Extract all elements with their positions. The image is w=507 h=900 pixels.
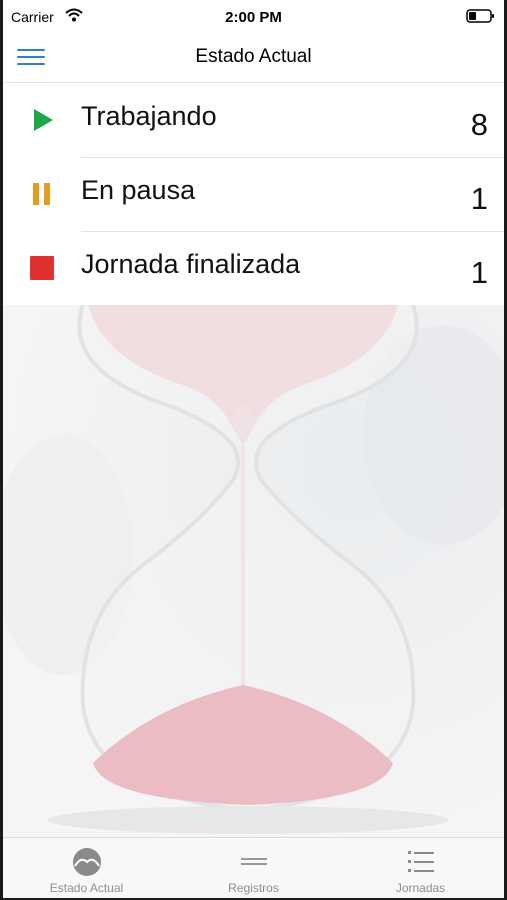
stop-icon [29,255,55,281]
clock-label: 2:00 PM [225,9,282,26]
app-screen: Carrier 2:00 PM Estado Actual Trabajando… [3,0,504,898]
status-bar: Carrier 2:00 PM [3,0,504,34]
pause-icon [29,181,55,207]
tab-label: Jornadas [395,881,446,895]
tab-registros[interactable]: Registros [170,838,337,898]
status-label: En pausa [81,175,196,205]
tab-jornadas[interactable]: Jornadas [337,838,504,898]
status-count: 1 [470,255,488,290]
lines-icon [238,846,270,883]
tab-label: Estado Actual [49,881,124,895]
status-count: 8 [470,107,488,142]
status-count: 1 [470,181,488,216]
hourglass-background-image [3,305,504,837]
page-title: Estado Actual [195,46,312,67]
tab-estado-actual[interactable]: Estado Actual [3,838,170,898]
battery-icon [466,9,496,28]
gauge-icon [71,846,103,883]
play-icon [29,107,55,133]
status-label: Jornada finalizada [81,249,301,279]
status-list: Trabajando 8 En pausa 1 Jornada finaliza… [3,83,504,305]
status-label: Trabajando [81,101,217,131]
status-row-working[interactable]: Trabajando 8 [3,83,504,157]
row-divider [81,231,504,232]
tab-label: Registros [228,881,279,895]
status-row-paused[interactable]: En pausa 1 [3,157,504,231]
navigation-bar: Estado Actual [3,34,504,83]
status-row-finished[interactable]: Jornada finalizada 1 [3,231,504,305]
list-icon [405,846,437,883]
tab-bar: Estado Actual Registros Jornadas [3,837,504,898]
row-divider [81,157,504,158]
